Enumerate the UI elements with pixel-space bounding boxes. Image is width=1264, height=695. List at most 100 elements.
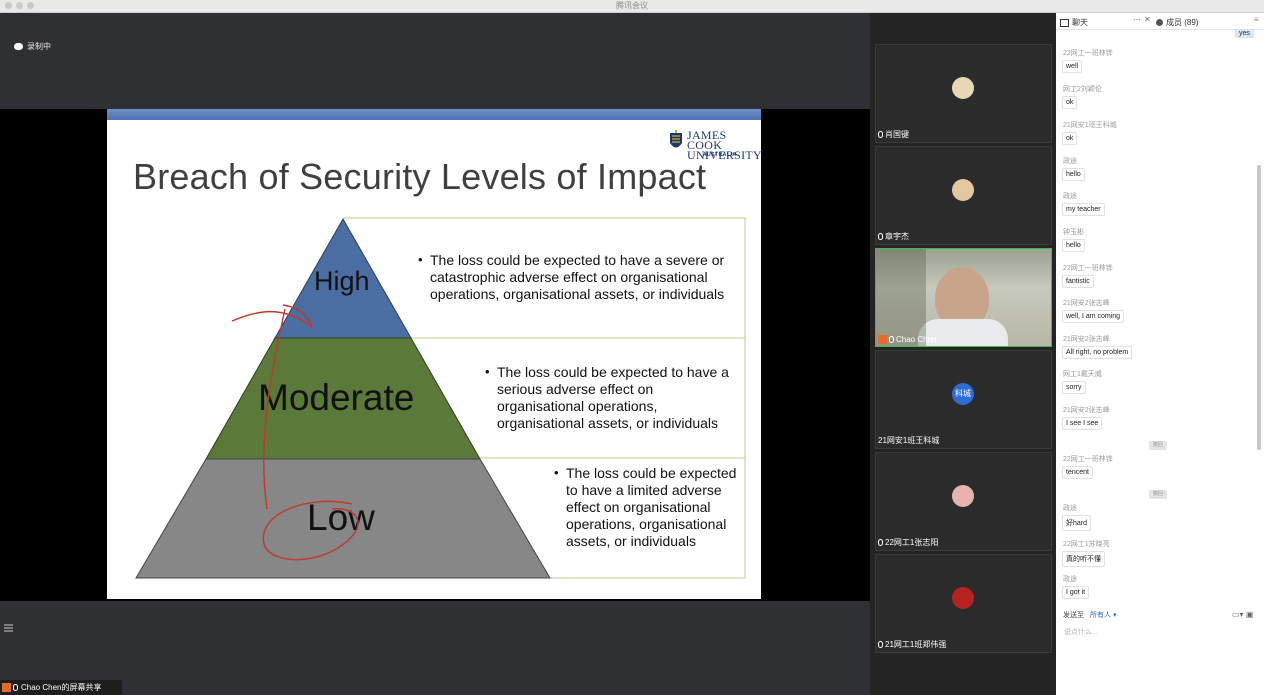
participant-video <box>876 249 1051 346</box>
avatar <box>952 77 974 99</box>
participant-tile[interactable]: 21网工1班郑伟强 <box>875 554 1052 653</box>
presentation-slide: JAMES COOK UNIVERSITY AUSTRALIA Breach o… <box>107 109 761 599</box>
mic-icon <box>878 233 883 240</box>
message-sender: 22网工一班林铧 <box>1063 50 1113 57</box>
bullet-moderate: • <box>485 364 490 379</box>
participant-tile[interactable]: 科城 21网安1班王科城 <box>875 350 1052 449</box>
bullet-high: • <box>418 252 423 267</box>
chat-panel: 聊天 ⋯ ✕ 成员 (89) ≡ yes 22网工一班林铧 well 网工2刘颖… <box>1056 13 1264 695</box>
chat-scrollbar[interactable] <box>1257 165 1261 450</box>
participant-tile-active-speaker[interactable]: Chao Chen <box>875 248 1052 347</box>
tab-members[interactable]: 成员 (89) <box>1156 17 1198 28</box>
message-bubble: All right, no problem <box>1062 346 1133 359</box>
message-sender: 21网安2张志峰 <box>1063 407 1110 414</box>
participant-list: 肖国键 章宇杰 Chao Chen 科城 21网安1班王科城 22网工1张志阳 … <box>870 13 1056 695</box>
share-owner-bar[interactable]: Chao Chen的屏幕共享 <box>0 680 122 695</box>
mic-icon <box>878 131 883 138</box>
message-sender: 网工1戴天威 <box>1063 371 1102 378</box>
message-sender: 政途 <box>1063 576 1077 583</box>
message-bubble: ok <box>1062 132 1078 145</box>
low-desc-line: assets, or individuals <box>566 533 696 549</box>
high-desc-line: catastrophic adverse effect on organisat… <box>430 269 708 285</box>
message-bubble: 好hard <box>1062 515 1092 531</box>
recording-indicator[interactable]: 录制中 <box>14 41 51 52</box>
person-icon <box>1156 19 1163 26</box>
moderate-desc-line: organisational operations, <box>497 398 658 414</box>
chat-icon <box>1060 18 1069 27</box>
low-desc-line: to have a limited adverse <box>566 482 722 498</box>
avatar <box>952 587 974 609</box>
message-bubble: ok <box>1062 96 1078 109</box>
recall-pill: 撤回 <box>1149 490 1167 499</box>
message-sender: 21网安2张志峰 <box>1063 336 1110 343</box>
recall-pill: 撤回 <box>1149 441 1167 450</box>
low-desc-line: operations, organisational <box>566 516 727 532</box>
menu-icon[interactable]: ≡ <box>1254 15 1259 24</box>
mic-icon <box>13 684 18 691</box>
participant-tile[interactable]: 22网工1张志阳 <box>875 452 1052 551</box>
bullet-low: • <box>554 465 559 480</box>
message-sender: 政途 <box>1063 193 1077 200</box>
moderate-description: The loss could be expected to have a ser… <box>497 364 729 432</box>
screenshot-icon[interactable]: ▣ <box>1246 610 1254 619</box>
message-sender: 政途 <box>1063 505 1077 512</box>
user-icon <box>2 683 11 692</box>
cloud-record-icon <box>14 43 23 50</box>
participant-name: 肖国键 <box>878 129 909 140</box>
level-moderate-label: Moderate <box>258 377 415 418</box>
shared-screen: JAMES COOK UNIVERSITY AUSTRALIA Breach o… <box>0 109 870 601</box>
send-target-dropdown[interactable]: 所有人 ▾ <box>1090 610 1116 620</box>
chat-message-list[interactable]: 22网工一班林铧 well 网工2刘颖伦 ok 21网安1班王科城 ok 政途 … <box>1056 29 1256 617</box>
participant-name: 21网工1班郑伟强 <box>878 639 946 650</box>
message-sender: 网工2刘颖伦 <box>1063 86 1102 93</box>
chat-input[interactable]: 说点什么... <box>1064 627 1098 637</box>
high-desc-line: operations, organisational assets, or in… <box>430 286 725 302</box>
message-bubble: hello <box>1062 239 1085 252</box>
message-bubble: hello <box>1062 168 1085 181</box>
avatar: 科城 <box>952 383 974 405</box>
message-bubble: well <box>1062 60 1083 73</box>
message-sender: 钟玉彬 <box>1063 229 1084 236</box>
moderate-desc-line: The loss could be expected to have a <box>497 364 729 380</box>
more-icon[interactable]: ⋯ <box>1133 15 1141 24</box>
message-sender: 22网工一班林铧 <box>1063 265 1113 272</box>
participant-name: 21网安1班王科城 <box>878 436 940 445</box>
send-to-row: 发送至 所有人 ▾ <box>1063 610 1116 620</box>
level-low-label: Low <box>307 497 375 538</box>
mic-icon <box>878 641 883 648</box>
mic-icon <box>889 336 894 343</box>
message-bubble: 真的听不懂 <box>1062 551 1105 567</box>
chat-header: 聊天 ⋯ ✕ 成员 (89) ≡ <box>1056 13 1264 30</box>
user-icon <box>878 335 887 344</box>
message-bubble: sorry <box>1062 381 1086 394</box>
tab-chat-label: 聊天 <box>1072 18 1088 27</box>
participant-name: Chao Chen <box>878 335 936 344</box>
window-titlebar: 腾讯会议 <box>0 0 1264 13</box>
level-high-label: High <box>314 266 370 296</box>
message-sender: 21网安2张志峰 <box>1063 300 1110 307</box>
chat-tools: ▭▾ ▣ <box>1232 610 1253 619</box>
participant-tile[interactable]: 肖国键 <box>875 44 1052 143</box>
recording-label: 录制中 <box>27 42 51 51</box>
high-desc-line: The loss could be expected to have a sev… <box>430 252 725 268</box>
low-description: The loss could be expected to have a lim… <box>566 465 736 550</box>
tab-chat[interactable]: 聊天 <box>1060 17 1088 28</box>
message-sender: 22网工1苏晓亮 <box>1063 541 1110 548</box>
high-description: The loss could be expected to have a sev… <box>430 252 724 303</box>
moderate-desc-line: organisational assets, or individuals <box>497 415 719 431</box>
message-sender: 21网安1班王科城 <box>1063 122 1117 129</box>
close-icon[interactable]: ✕ <box>1144 15 1151 24</box>
low-desc-line: The loss could be expected <box>566 465 737 481</box>
send-to-label: 发送至 <box>1063 612 1084 619</box>
file-icon[interactable]: ▭▾ <box>1232 610 1244 619</box>
message-bubble: I got it <box>1062 586 1090 599</box>
participant-tile[interactable]: 章宇杰 <box>875 146 1052 245</box>
moderate-desc-line: serious adverse effect on <box>497 381 654 397</box>
message-sender: 22网工一班林铧 <box>1063 456 1113 463</box>
message-bubble: I see I see <box>1062 417 1103 430</box>
window-title: 腾讯会议 <box>616 1 648 10</box>
share-owner-label: Chao Chen的屏幕共享 <box>21 683 102 692</box>
message-bubble: my teacher <box>1062 203 1105 216</box>
screen-share-panel: 录制中 JAMES COOK UNIVERSITY AUSTRALIA Brea… <box>0 13 870 695</box>
list-view-icon[interactable] <box>4 624 13 632</box>
